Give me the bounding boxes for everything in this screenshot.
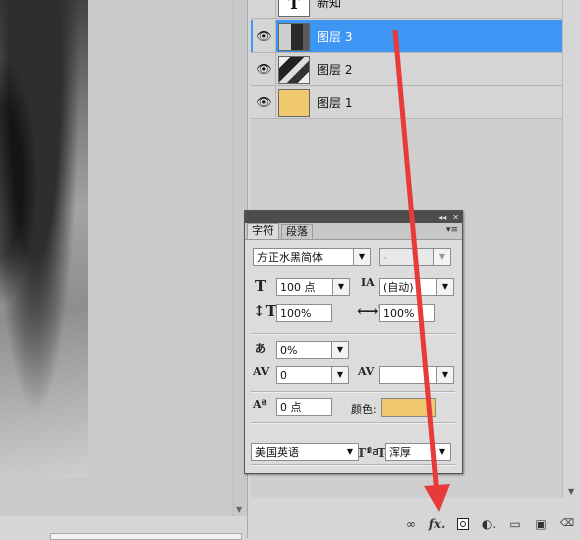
leading-icon: IA (361, 276, 375, 289)
chevron-down-icon[interactable]: ▼ (436, 367, 453, 383)
kerning-field[interactable]: 0 ▼ (276, 366, 349, 384)
link-layers-icon[interactable]: ∞ (398, 514, 424, 534)
baseline-shift-field[interactable]: 0 点 (276, 398, 332, 416)
canvas-photo (0, 0, 88, 478)
eye-icon[interactable]: 👁 (253, 53, 276, 85)
chevron-down-icon[interactable]: ▼ (331, 367, 348, 383)
layer-style-fx-icon[interactable]: fx. (424, 514, 450, 534)
document-canvas[interactable] (0, 0, 233, 538)
scroll-down-icon[interactable]: ▼ (236, 505, 242, 514)
horizontal-scale-field[interactable]: 100% (379, 304, 435, 322)
vertical-scale-icon: ↕T (253, 302, 277, 320)
kerning-value: 0 (280, 369, 287, 382)
layer-name: 图层 3 (317, 30, 353, 44)
leading-field[interactable]: (自动) ▼ (379, 278, 454, 296)
chevron-down-icon[interactable]: ▼ (433, 249, 450, 265)
panel-titlebar[interactable]: ◂◂ ✕ (245, 211, 462, 223)
text-layer-thumbnail: T (278, 0, 310, 17)
font-size-icon: T (255, 277, 267, 295)
divider (251, 464, 455, 466)
delete-layer-icon[interactable]: ⌫ (554, 514, 580, 534)
antialias-icon: ªa (367, 445, 379, 458)
panel-menu-icon[interactable]: ▾≡ (446, 225, 458, 235)
font-size-field[interactable]: 100 点 ▼ (276, 278, 350, 296)
language-value: 美国英语 (255, 446, 299, 459)
new-layer-icon[interactable]: ▣ (528, 514, 554, 534)
baseline-shift-value: 0 点 (280, 401, 302, 414)
panel-tabs: 字符 段落 ▾≡ (245, 223, 462, 240)
layer-row-1[interactable]: 👁 图层 1 (251, 86, 562, 119)
layer-name: 图层 2 (317, 63, 353, 77)
chevron-down-icon[interactable]: ▼ (342, 444, 358, 460)
collapse-icon[interactable]: ◂◂ (438, 213, 446, 222)
leading-value: (自动) (383, 281, 414, 294)
close-icon[interactable]: ✕ (452, 213, 459, 222)
tsume-icon: あ (255, 342, 266, 355)
document-tab[interactable] (50, 533, 242, 540)
layer-name: 图层 1 (317, 96, 353, 110)
adjustment-layer-icon[interactable]: ◐. (476, 514, 502, 534)
tsume-field[interactable]: 0% ▼ (276, 341, 349, 359)
chevron-down-icon[interactable]: ▼ (436, 279, 453, 295)
visibility-toggle[interactable] (253, 0, 276, 18)
layer-name: 新知 (317, 0, 342, 10)
tab-character[interactable]: 字符 (247, 223, 279, 239)
chevron-down-icon[interactable]: ▼ (353, 249, 370, 265)
chevron-down-icon[interactable]: ▼ (434, 444, 450, 460)
character-panel: ◂◂ ✕ 字符 段落 ▾≡ 方正水黑简体 ▼ - ▼ T 100 点 ▼ IA … (244, 210, 463, 474)
add-mask-icon[interactable] (450, 514, 476, 534)
divider (251, 391, 455, 393)
font-family-select[interactable]: 方正水黑简体 ▼ (253, 248, 371, 266)
font-style-select[interactable]: - ▼ (379, 248, 451, 266)
layers-footer-toolbar: ∞ fx. ◐. ▭ ▣ ⌫ (251, 509, 580, 538)
color-label: 颜色: (351, 403, 377, 416)
character-panel-body: 方正水黑简体 ▼ - ▼ T 100 点 ▼ IA (自动) ▼ ↕T 100%… (245, 240, 462, 473)
text-color-swatch[interactable] (381, 398, 436, 417)
new-group-icon[interactable]: ▭ (502, 514, 528, 534)
layer-thumbnail (278, 56, 310, 84)
scroll-down-icon[interactable]: ▼ (568, 487, 574, 496)
antialias-value: 浑厚 (389, 446, 411, 459)
layer-thumbnail (278, 23, 310, 51)
divider (251, 333, 455, 335)
tracking-field[interactable]: ▼ (379, 366, 454, 384)
tab-paragraph[interactable]: 段落 (281, 224, 313, 239)
font-style-value: - (383, 251, 387, 264)
layer-thumbnail (278, 89, 310, 117)
horizontal-scale-value: 100% (383, 307, 415, 320)
layer-row-3[interactable]: 👁 图层 3 (251, 20, 562, 53)
vertical-scale-field[interactable]: 100% (276, 304, 332, 322)
baseline-shift-icon: Aª (253, 398, 267, 411)
chevron-down-icon[interactable]: ▼ (332, 279, 349, 295)
text-layer-icon: T (288, 0, 300, 13)
divider (251, 422, 455, 424)
tracking-icon: AV (358, 365, 375, 378)
tsume-value: 0% (280, 344, 298, 357)
vertical-scale-value: 100% (280, 307, 312, 320)
kerning-icon: AV (253, 365, 270, 378)
font-size-value: 100 点 (280, 281, 316, 294)
eye-icon[interactable]: 👁 (253, 86, 276, 118)
font-family-value: 方正水黑简体 (257, 251, 323, 264)
layers-scrollbar[interactable]: ▼ (562, 0, 581, 498)
antialias-select[interactable]: 浑厚 ▼ (385, 443, 451, 461)
language-select[interactable]: 美国英语 ▼ (251, 443, 359, 461)
chevron-down-icon[interactable]: ▼ (331, 342, 348, 358)
layer-row-2[interactable]: 👁 图层 2 (251, 53, 562, 86)
eye-icon[interactable]: 👁 (253, 20, 276, 52)
layer-row-text[interactable]: T 新知 (251, 0, 562, 19)
